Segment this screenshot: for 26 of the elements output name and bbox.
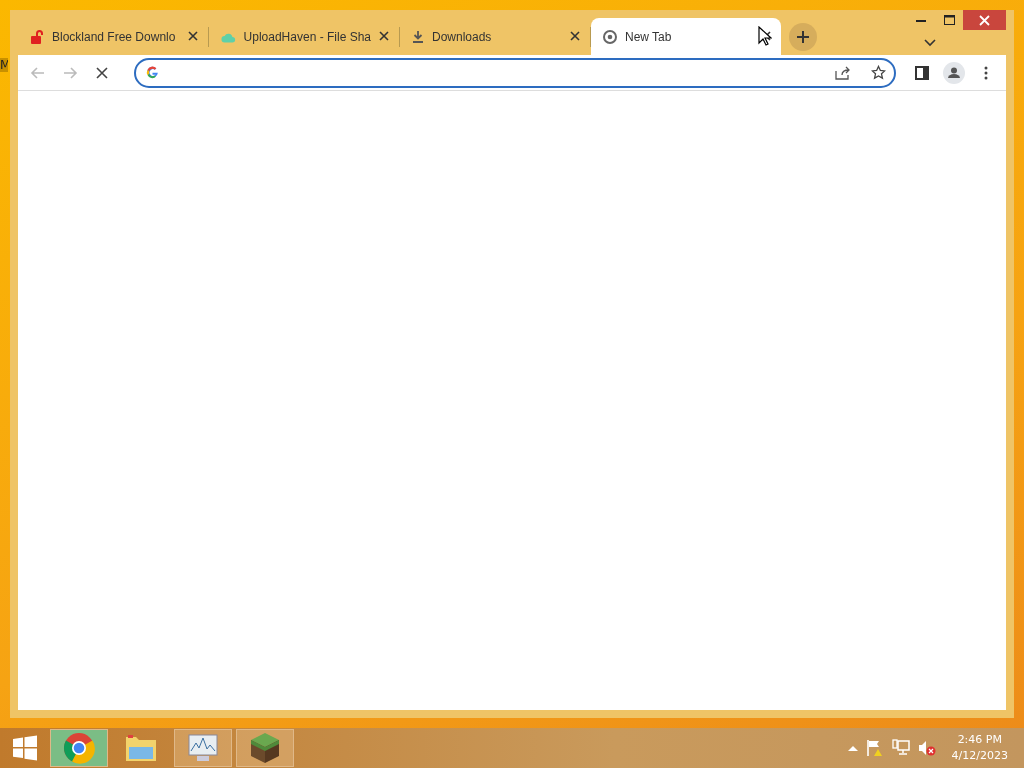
grass-block-icon (250, 732, 280, 764)
taskbar-app-button[interactable] (50, 729, 108, 767)
folder-icon (125, 733, 157, 763)
windows-start-icon[interactable] (12, 735, 38, 761)
padlock-icon (30, 29, 44, 44)
new-tab-button[interactable] (789, 23, 817, 51)
tab-search-icon[interactable] (924, 39, 936, 47)
browser-tab[interactable]: New Tab (591, 18, 781, 55)
google-icon (146, 66, 159, 79)
address-field[interactable] (134, 57, 896, 88)
browser-tab[interactable]: Downloads (400, 18, 590, 55)
plus-icon (796, 30, 810, 44)
muted-speaker-icon[interactable] (917, 739, 936, 757)
share-icon[interactable] (835, 65, 851, 80)
date-text: 4/12/2023 (951, 748, 1008, 764)
time-text: 2:46 PM (957, 732, 1002, 748)
mouse-pointer-icon (758, 26, 772, 46)
star-icon[interactable] (871, 65, 886, 80)
taskbar-app-button[interactable] (236, 729, 294, 767)
show-hidden-icons-icon[interactable] (847, 745, 858, 751)
close-window-icon[interactable] (963, 10, 1006, 30)
flag-icon[interactable] (865, 739, 884, 757)
browser-tab[interactable]: UploadHaven - File Sha (209, 18, 399, 55)
monitor-icon (187, 733, 219, 763)
download-icon (412, 30, 424, 43)
browser-tab[interactable]: Blockland Free Downlo (18, 18, 208, 55)
